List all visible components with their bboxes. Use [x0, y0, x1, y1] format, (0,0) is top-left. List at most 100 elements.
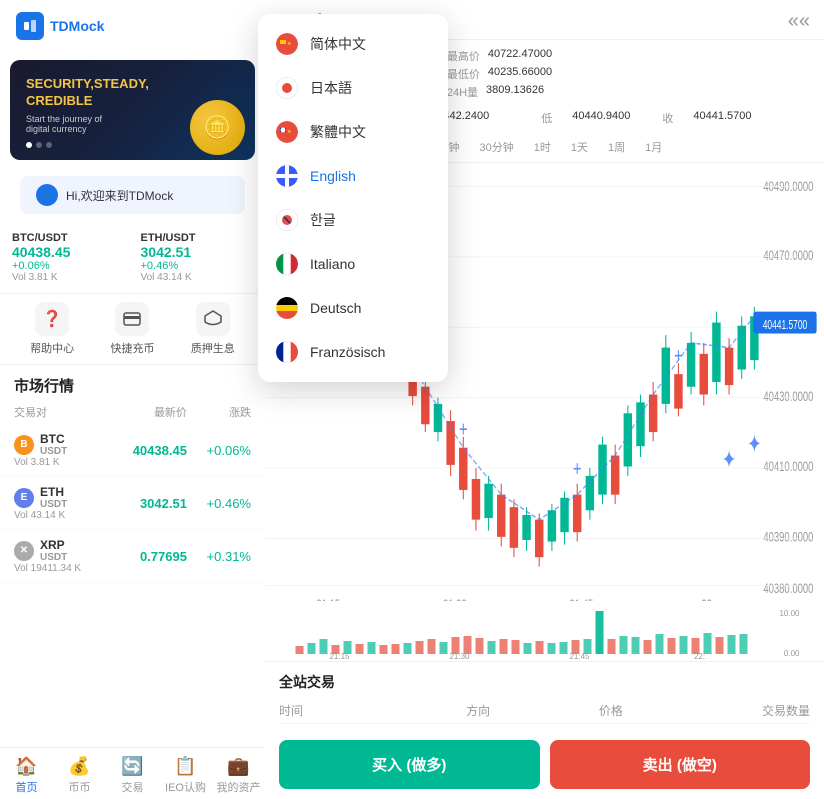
lang-traditional-chinese[interactable]: ★ 繁體中文	[258, 110, 448, 154]
market-title: 市场行情	[0, 365, 265, 400]
lang-english[interactable]: English	[258, 154, 448, 198]
logo-icon	[16, 12, 44, 40]
tab-1h[interactable]: 1时	[526, 136, 559, 158]
nav-trade[interactable]: 🔄 交易	[106, 756, 159, 795]
buy-button[interactable]: 买入 (做多)	[279, 740, 540, 789]
lang-german[interactable]: Deutsch	[258, 286, 448, 330]
trade-section-title: 全站交易	[279, 672, 810, 692]
nav-coins[interactable]: 💰 币币	[53, 756, 106, 795]
stat-high-val: 40722.47000	[488, 48, 552, 64]
home-icon: 🏠	[15, 756, 37, 777]
svg-text:★: ★	[287, 129, 292, 135]
lang-simplified-chinese[interactable]: ★ 简体中文	[258, 22, 448, 66]
lang-french-label: Französisch	[310, 344, 385, 360]
eth-change: +0.46%	[187, 496, 251, 511]
svg-text:+: +	[674, 343, 683, 368]
lang-english-label: English	[310, 168, 356, 184]
quick-help[interactable]: ❓ 帮助中心	[12, 302, 92, 356]
lang-korean-label: 한글	[310, 210, 336, 230]
bottom-nav: 🏠 首页 💰 币币 🔄 交易 📋 IEO认购 💼 我的资产	[0, 747, 265, 799]
svg-text:✦: ✦	[747, 430, 761, 458]
pledge-icon	[196, 302, 230, 336]
lang-italian[interactable]: Italiano	[258, 242, 448, 286]
quick-pledge[interactable]: 质押生息	[173, 302, 253, 356]
svg-text:40390.0000: 40390.0000	[763, 529, 813, 545]
ticker-eth-change: +0.46%	[141, 260, 254, 272]
flag-kr	[276, 209, 298, 231]
ohlc-close-label: 收	[662, 110, 673, 126]
svg-text:21:45: 21:45	[569, 652, 590, 661]
market-col-price: 最新价	[91, 404, 187, 420]
nav-assets[interactable]: 💼 我的资产	[212, 756, 265, 795]
trade-icon: 🔄	[121, 756, 143, 777]
btc-icon: B	[14, 435, 34, 455]
welcome-bar: 👤 Hi,欢迎来到TDMock	[20, 176, 245, 214]
back-icon[interactable]: ««	[788, 10, 810, 33]
banner-dot-2	[36, 142, 42, 148]
lang-korean[interactable]: 한글	[258, 198, 448, 242]
btc-symbol: BTC	[40, 432, 67, 446]
nav-ieo[interactable]: 📋 IEO认购	[159, 756, 212, 795]
btc-change: +0.06%	[187, 443, 251, 458]
market-header: 交易对 最新价 涨跌	[0, 400, 265, 424]
list-item[interactable]: B BTC USDT Vol 3.81 K 40438.45 +0.06%	[0, 424, 265, 477]
list-item[interactable]: E ETH USDT Vol 43.14 K 3042.51 +0.46%	[0, 477, 265, 530]
promo-banner: SECURITY,STEADY,CREDIBLE Start the journ…	[10, 60, 255, 160]
xrp-symbol: XRP	[40, 538, 67, 552]
stat-low: 最低价 40235.66000	[447, 66, 552, 82]
tab-30min[interactable]: 30分钟	[472, 136, 522, 158]
eth-vol: Vol 43.14 K	[14, 510, 91, 521]
quick-pledge-label: 质押生息	[191, 340, 235, 356]
xrp-name: ✕ XRP USDT	[14, 538, 91, 563]
list-item[interactable]: ✕ XRP USDT Vol 19411.34 K 0.77695 +0.31%	[0, 530, 265, 583]
svg-text:+: +	[573, 456, 582, 481]
stat-high-label: 最高价	[447, 48, 480, 64]
market-col-change: 涨跌	[187, 404, 251, 420]
welcome-icon: 👤	[36, 184, 58, 206]
banner-dot-3	[46, 142, 52, 148]
quick-recharge-label: 快捷充币	[110, 340, 154, 356]
ticker-btc[interactable]: BTC/USDT 40438.45 +0.06% Vol 3.81 K	[12, 232, 125, 283]
nav-trade-label: 交易	[122, 779, 144, 795]
btc-price: 40438.45	[91, 443, 187, 458]
tab-1m[interactable]: 1月	[637, 136, 670, 158]
svg-text:+: +	[459, 417, 468, 442]
logo: TDMock	[16, 12, 104, 40]
tab-1d[interactable]: 1天	[563, 136, 596, 158]
nav-home[interactable]: 🏠 首页	[0, 756, 53, 795]
ohlc-low-label: 低	[541, 110, 552, 126]
nav-coins-label: 币币	[69, 779, 91, 795]
flag-us	[276, 165, 298, 187]
banner-coin-icon: 🪙	[190, 100, 245, 155]
stat-high: 最高价 40722.47000	[447, 48, 552, 64]
flag-tw: ★	[276, 121, 298, 143]
coins-icon: 💰	[68, 756, 90, 777]
stat-low-val: 40235.66000	[488, 66, 552, 82]
lang-french[interactable]: Französisch	[258, 330, 448, 374]
eth-name: E ETH USDT	[14, 485, 91, 510]
lang-simplified-chinese-label: 简体中文	[310, 34, 366, 54]
trade-col-qty: 交易数量	[677, 702, 810, 719]
stat-vol-label: 24H量	[447, 84, 478, 100]
trade-col-time: 时间	[279, 702, 412, 719]
quick-recharge[interactable]: 快捷充币	[92, 302, 172, 356]
app-header: TDMock	[0, 0, 265, 52]
language-dropdown[interactable]: ★ 简体中文 日本語 ★ 繁體中文	[258, 14, 448, 382]
quick-help-label: 帮助中心	[30, 340, 74, 356]
help-icon: ❓	[35, 302, 69, 336]
quick-menu: ❓ 帮助中心 快捷充币 质押生息	[0, 293, 265, 365]
tab-1w[interactable]: 1周	[600, 136, 633, 158]
sell-button[interactable]: 卖出 (做空)	[550, 740, 811, 789]
xrp-base: USDT	[40, 552, 67, 563]
nav-assets-label: 我的资产	[217, 779, 261, 795]
ticker-eth-pair: ETH/USDT	[141, 232, 254, 244]
recharge-icon	[115, 302, 149, 336]
svg-text:0.00: 0.00	[784, 649, 800, 658]
price-stats: 最高价 40722.47000 最低价 40235.66000 24H量 380…	[447, 48, 552, 100]
left-panel: TDMock SECURITY,STEADY,CREDIBLE Start th…	[0, 0, 265, 799]
ticker-row: BTC/USDT 40438.45 +0.06% Vol 3.81 K ETH/…	[0, 222, 265, 293]
lang-japanese[interactable]: 日本語	[258, 66, 448, 110]
flag-jp	[276, 77, 298, 99]
svg-text:40430.0000: 40430.0000	[763, 388, 813, 404]
ticker-eth[interactable]: ETH/USDT 3042.51 +0.46% Vol 43.14 K	[141, 232, 254, 283]
